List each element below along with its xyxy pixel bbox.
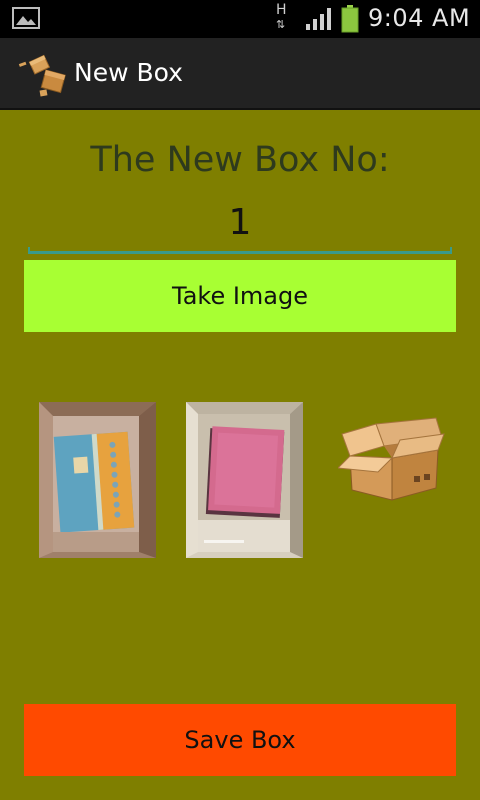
box-number-field-underline xyxy=(28,247,452,254)
battery-icon xyxy=(341,5,359,33)
signal-icon xyxy=(306,8,331,30)
box-number-label: The New Box No: xyxy=(90,140,390,180)
clock: 9:04 AM xyxy=(368,4,471,32)
network-type-indicator: H ⇅ xyxy=(276,2,287,31)
box-photo-2[interactable] xyxy=(186,402,303,558)
box-number-field[interactable]: 1 xyxy=(28,200,452,250)
take-image-button[interactable]: Take Image xyxy=(24,260,456,332)
status-bar: H ⇅ 9:04 AM xyxy=(0,0,480,38)
boxes-app-icon[interactable] xyxy=(14,52,68,98)
save-box-button[interactable]: Save Box xyxy=(24,704,456,776)
gallery-notification-icon xyxy=(12,7,40,29)
screen-title: New Box xyxy=(74,58,183,87)
open-box-icon xyxy=(338,417,445,501)
box-photo-1[interactable] xyxy=(39,402,156,558)
action-bar: New Box xyxy=(0,38,480,110)
